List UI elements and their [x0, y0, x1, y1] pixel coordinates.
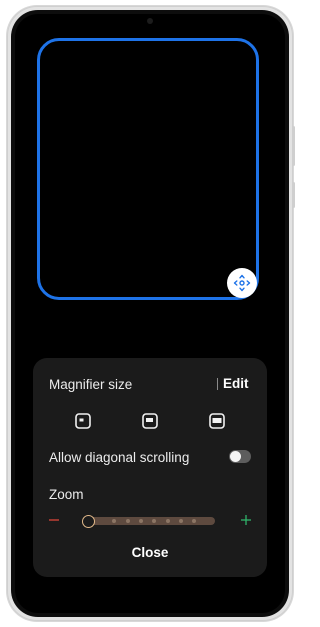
zoom-slider-track[interactable] [87, 517, 215, 525]
zoom-step-tick [139, 519, 143, 523]
edit-divider [217, 378, 218, 390]
volume-button [292, 126, 295, 166]
size-option-small[interactable] [75, 413, 91, 429]
zoom-step-tick [125, 519, 130, 523]
move-handle[interactable] [227, 268, 257, 298]
large-window-icon [209, 413, 225, 429]
zoom-step-tick [152, 519, 157, 523]
plus-icon [241, 515, 251, 525]
zoom-out-button[interactable] [48, 513, 60, 525]
toggle-knob [230, 451, 241, 462]
front-camera [147, 18, 153, 24]
size-option-large[interactable] [209, 413, 225, 429]
magnifier-size-label: Magnifier size [49, 377, 133, 392]
diagonal-scrolling-toggle[interactable] [229, 450, 251, 463]
zoom-step-tick [165, 519, 170, 523]
magnifier-window[interactable] [37, 38, 259, 300]
zoom-step-tick [112, 519, 117, 523]
zoom-label: Zoom [49, 487, 84, 502]
minus-icon [49, 519, 59, 521]
power-button [292, 182, 295, 208]
edit-button[interactable]: Edit [223, 376, 249, 391]
zoom-step-tick [179, 519, 183, 523]
close-button[interactable]: Close [33, 543, 267, 563]
zoom-in-button[interactable] [240, 513, 252, 525]
diagonal-scrolling-label: Allow diagonal scrolling [49, 450, 190, 465]
medium-window-icon [142, 413, 158, 429]
magnifier-settings-panel: Magnifier size Edit Allow diagonal scrol… [33, 358, 267, 577]
small-window-icon [75, 413, 91, 429]
zoom-slider-thumb[interactable] [82, 515, 95, 528]
zoom-step-tick [192, 519, 197, 523]
move-arrows-icon [233, 274, 251, 292]
size-option-medium[interactable] [142, 413, 158, 429]
